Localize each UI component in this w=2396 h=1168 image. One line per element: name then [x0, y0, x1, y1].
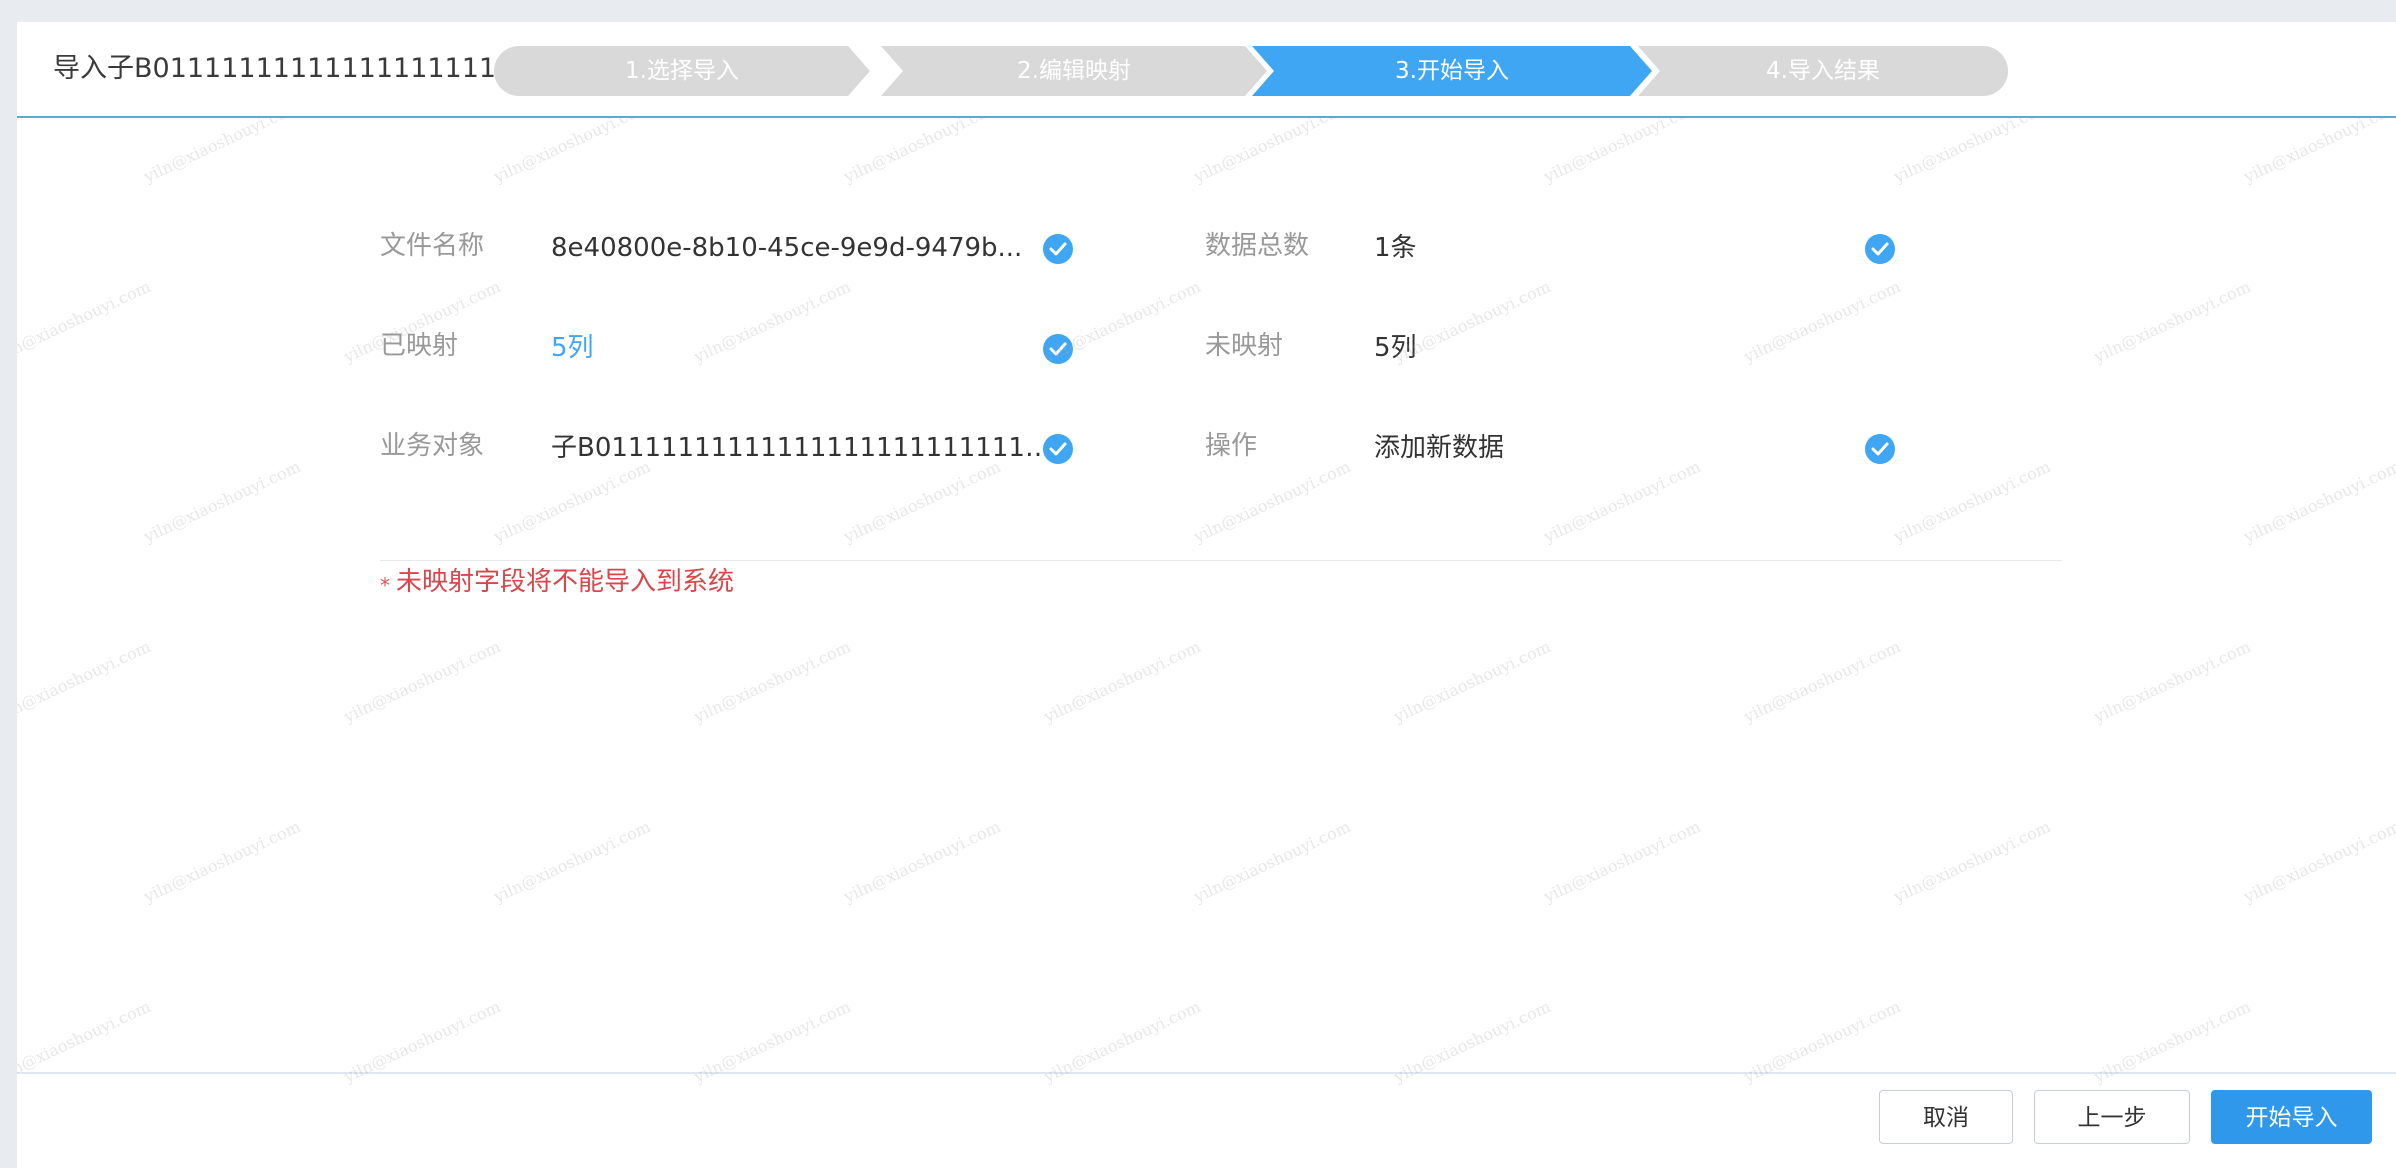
step-indicator: 1.选择导入 2.编辑映射 3.开始导入 4.导入结果: [494, 46, 2008, 96]
file-name-value: 8e40800e-8b10-45ce-9e9d-9479b...: [551, 233, 1023, 263]
step-label: 1.选择导入: [625, 58, 739, 84]
unmapped-value: 5列: [1374, 333, 1417, 363]
dialog-footer: 取消 上一步 开始导入: [17, 1072, 2396, 1168]
check-icon: [1043, 334, 1073, 364]
operation-value: 添加新数据: [1374, 433, 1505, 463]
step-select-import: 1.选择导入: [494, 46, 870, 96]
check-icon: [1043, 434, 1073, 464]
unmapped-warning: * 未映射字段将不能导入到系统: [380, 562, 734, 606]
previous-step-button[interactable]: 上一步: [2034, 1090, 2190, 1144]
import-summary: 文件名称 8e40800e-8b10-45ce-9e9d-9479b... 数据…: [17, 118, 2396, 1094]
step-start-import: 3.开始导入: [1252, 46, 1652, 96]
total-count-value: 1条: [1374, 233, 1417, 263]
dialog-header: 导入子B01111111111111111111111111 1.选择导入 2.…: [17, 22, 2396, 118]
business-object-label: 业务对象: [380, 431, 485, 461]
business-object-value: 子B0111111111111111111111111111111111...: [551, 433, 1051, 463]
operation-label: 操作: [1205, 431, 1258, 461]
summary-grid: 文件名称 8e40800e-8b10-45ce-9e9d-9479b... 数据…: [17, 118, 2396, 464]
mapped-value-link[interactable]: 5列: [551, 330, 594, 366]
step-label: 4.导入结果: [1766, 58, 1880, 84]
unmapped-label: 未映射: [1205, 331, 1284, 361]
check-icon: [1865, 434, 1895, 464]
mapped-label: 已映射: [380, 331, 459, 361]
import-dialog: 导入子B01111111111111111111111111 1.选择导入 2.…: [17, 22, 2396, 1168]
step-label: 2.编辑映射: [1017, 58, 1131, 84]
total-count-label: 数据总数: [1205, 231, 1310, 261]
section-divider: [380, 560, 2062, 561]
check-icon: [1865, 234, 1895, 264]
import-title: 导入子B01111111111111111111111111: [53, 53, 513, 84]
step-label: 3.开始导入: [1395, 58, 1509, 84]
required-asterisk: *: [380, 573, 390, 598]
file-name-label: 文件名称: [380, 231, 485, 261]
start-import-button[interactable]: 开始导入: [2211, 1090, 2372, 1144]
step-edit-mapping: 2.编辑映射: [881, 46, 1267, 96]
step-import-result: 4.导入结果: [1638, 46, 2008, 96]
check-icon: [1043, 234, 1073, 264]
warning-text: 未映射字段将不能导入到系统: [396, 567, 735, 597]
cancel-button[interactable]: 取消: [1879, 1090, 2013, 1144]
